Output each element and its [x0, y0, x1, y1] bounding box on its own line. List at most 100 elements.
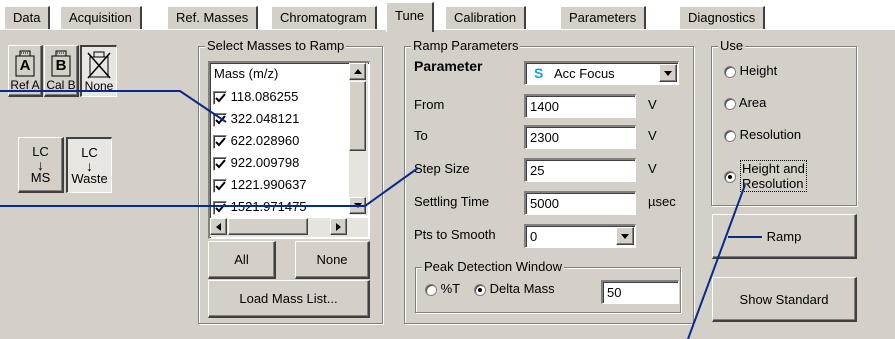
list-item[interactable]: 922.009798	[213, 153, 299, 173]
ramp-button[interactable]: Ramp	[712, 214, 857, 259]
settling-time-input[interactable]: 5000	[524, 191, 636, 215]
no-bottle-icon	[87, 51, 111, 78]
mass-list-header: Mass (m/z)	[214, 66, 279, 81]
to-unit: V	[648, 128, 657, 143]
arrow-right-icon	[336, 222, 341, 231]
radio-button[interactable]	[425, 283, 437, 296]
radio-button[interactable]	[724, 170, 736, 183]
lc-waste-button[interactable]: LC ↓ Waste	[66, 137, 112, 193]
check-icon	[215, 158, 226, 169]
scroll-left-button[interactable]	[210, 218, 227, 235]
parameter-select[interactable]: S Acc Focus	[524, 61, 679, 85]
scroll-down-button[interactable]	[349, 197, 366, 214]
show-standard-button[interactable]: Show Standard	[712, 277, 857, 322]
lc-ms-button[interactable]: LC ↓ MS	[18, 137, 64, 193]
tab-tune[interactable]: Tune	[386, 2, 435, 32]
use-height-and-resolution-option[interactable]: Height and Resolution	[724, 160, 807, 192]
checkbox[interactable]	[213, 156, 227, 171]
mass-value: 1521.971475	[230, 199, 307, 214]
step-size-unit: V	[648, 161, 657, 176]
from-input[interactable]: 1400	[524, 94, 636, 118]
list-item[interactable]: 622.028960	[213, 131, 299, 151]
load-mass-list-button[interactable]: Load Mass List...	[208, 280, 370, 318]
radio-button[interactable]	[474, 283, 486, 296]
use-height-option[interactable]: Height	[724, 63, 777, 78]
checkbox[interactable]	[213, 134, 227, 149]
down-arrow-icon: ↓	[37, 156, 44, 173]
check-icon	[215, 92, 226, 103]
ref-a-button[interactable]: A Ref A	[8, 45, 43, 97]
step-size-input[interactable]: 25	[524, 158, 636, 182]
use-height-and-resolution-label: Height and Resolution	[740, 160, 807, 192]
chevron-down-icon	[664, 70, 672, 76]
checkbox[interactable]	[213, 178, 227, 193]
use-resolution-option[interactable]: Resolution	[724, 127, 801, 142]
pts-to-smooth-value: 0	[530, 229, 538, 244]
from-value: 1400	[530, 99, 559, 114]
list-item[interactable]: 118.086255	[213, 87, 298, 107]
none-bottle-button[interactable]: None	[80, 45, 117, 97]
cal-b-label: Cal B	[46, 77, 76, 92]
tab-diagnostics[interactable]: Diagnostics	[679, 6, 766, 30]
pts-to-smooth-dropdown-button[interactable]	[616, 227, 634, 245]
vertical-scrollbar[interactable]	[349, 63, 368, 215]
peak-detection-title: Peak Detection Window	[422, 259, 565, 275]
tab-calibration[interactable]: Calibration	[445, 6, 527, 30]
lc-waste-bottom-label: Waste	[71, 170, 108, 186]
horizontal-scrollbar[interactable]	[210, 218, 368, 237]
lc-ms-bottom-label: MS	[30, 169, 51, 185]
from-unit: V	[648, 97, 657, 112]
delta-mass-input[interactable]: 50	[601, 280, 679, 304]
parameter-label: Parameter	[414, 58, 483, 74]
tab-data[interactable]: Data	[4, 6, 51, 30]
pts-to-smooth-label: Pts to Smooth	[414, 227, 496, 242]
radio-button[interactable]	[724, 129, 736, 142]
mass-value: 622.028960	[230, 133, 300, 148]
tab-parameters[interactable]: Parameters	[560, 6, 647, 30]
radio-button[interactable]	[724, 97, 736, 110]
arrow-down-icon	[353, 203, 362, 208]
mass-value: 118.086255	[230, 89, 299, 104]
use-area-label: Area	[738, 95, 767, 110]
cal-b-button[interactable]: B Cal B	[44, 45, 79, 97]
select-none-button[interactable]: None	[295, 241, 370, 279]
hscroll-thumb[interactable]	[228, 218, 308, 235]
radio-button[interactable]	[724, 65, 736, 78]
to-input[interactable]: 2300	[524, 125, 636, 149]
use-resolution-label: Resolution	[739, 127, 802, 142]
checkbox[interactable]	[213, 200, 227, 215]
arrow-up-icon	[353, 69, 362, 74]
settling-time-label: Settling Time	[414, 194, 490, 209]
scroll-up-button[interactable]	[349, 63, 366, 80]
scroll-right-button[interactable]	[330, 218, 347, 235]
tab-chromatogram[interactable]: Chromatogram	[271, 6, 377, 30]
percent-t-option[interactable]: %T	[425, 281, 460, 296]
bottle-b-letter: B	[55, 57, 67, 74]
use-title: Use	[718, 38, 746, 54]
delta-mass-label: Delta Mass	[489, 281, 555, 296]
settling-time-value: 5000	[530, 196, 559, 211]
pts-to-smooth-select[interactable]: 0	[524, 224, 636, 248]
select-all-button[interactable]: All	[208, 241, 276, 279]
tab-strip: Data Acquisition Ref. Masses Chromatogra…	[0, 0, 895, 32]
mass-value: 322.048121	[230, 111, 300, 126]
checkbox[interactable]	[213, 112, 227, 127]
use-area-option[interactable]: Area	[724, 95, 766, 110]
tab-ref-masses[interactable]: Ref. Masses	[167, 6, 259, 30]
mass-value: 922.009798	[230, 155, 300, 170]
bottle-a-letter: A	[19, 57, 31, 74]
mass-list[interactable]: Mass (m/z) 118.086255 322.048121 622.028…	[208, 61, 370, 239]
delta-mass-option[interactable]: Delta Mass	[474, 281, 555, 296]
parameter-dropdown-button[interactable]	[659, 64, 677, 82]
scroll-thumb[interactable]	[349, 81, 366, 151]
mass-value: 1221.990637	[230, 177, 307, 192]
tab-acquisition[interactable]: Acquisition	[60, 6, 142, 30]
use-height-label: Height	[739, 63, 778, 78]
chevron-down-icon	[621, 233, 629, 239]
s-icon: S	[534, 65, 544, 81]
select-masses-title: Select Masses to Ramp	[205, 38, 347, 54]
list-item[interactable]: 1221.990637	[213, 175, 307, 195]
list-item[interactable]: 322.048121	[213, 109, 299, 129]
checkbox[interactable]	[213, 90, 227, 105]
list-item[interactable]: 1521.971475	[213, 197, 307, 217]
